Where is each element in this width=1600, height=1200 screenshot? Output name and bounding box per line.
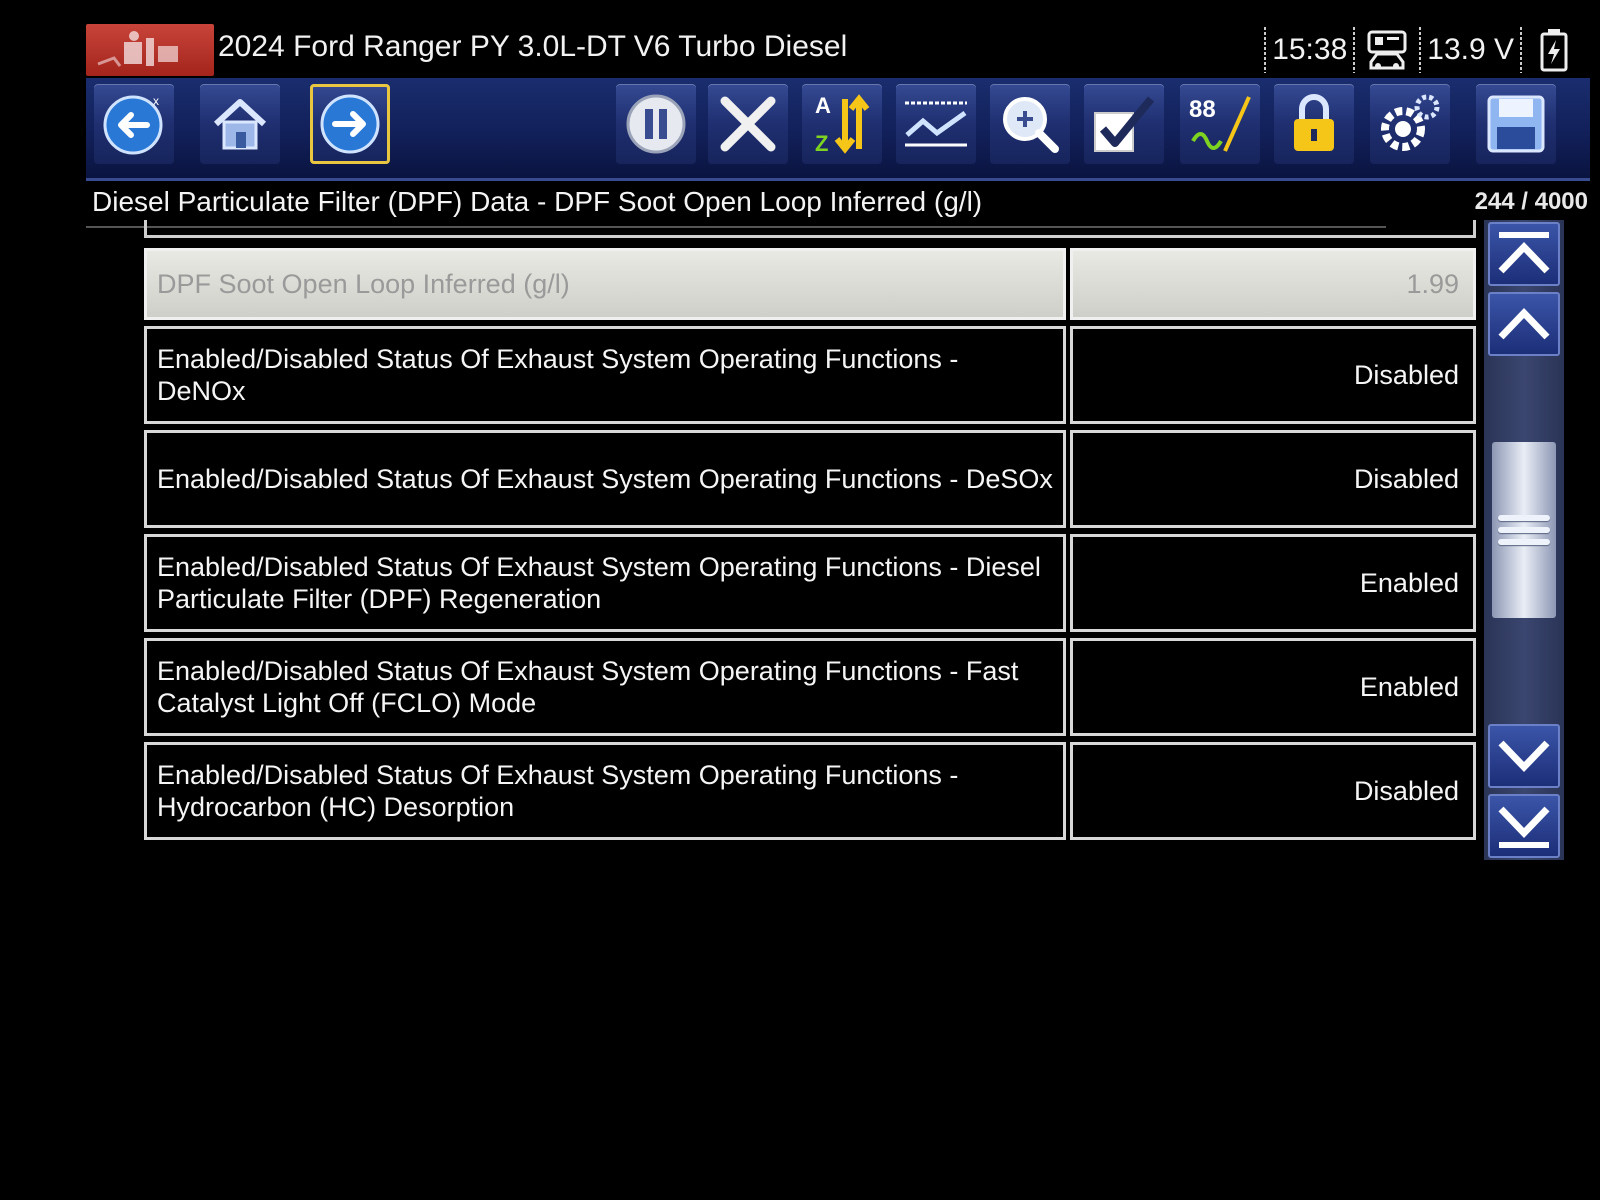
forward-button[interactable] bbox=[310, 84, 390, 164]
thumb-grip bbox=[1498, 515, 1550, 521]
pid-name: Enabled/Disabled Status Of Exhaust Syste… bbox=[144, 638, 1066, 736]
graph-button[interactable] bbox=[896, 84, 976, 164]
battery-charging-icon bbox=[1528, 27, 1580, 73]
back-button[interactable]: x bbox=[94, 84, 174, 164]
close-x-icon bbox=[720, 96, 776, 152]
pid-value: Enabled bbox=[1070, 638, 1476, 736]
battery-voltage: 13.9 V bbox=[1427, 33, 1514, 66]
double-chevron-up-icon bbox=[1498, 232, 1550, 274]
home-button[interactable] bbox=[200, 84, 280, 164]
pid-name: Enabled/Disabled Status Of Exhaust Syste… bbox=[144, 430, 1066, 528]
scroll-up-button[interactable] bbox=[1488, 292, 1560, 356]
status-separator bbox=[1353, 27, 1356, 73]
svg-text:88: 88 bbox=[1189, 96, 1216, 123]
title-bar: 2024 Ford Ranger PY 3.0L-DT V6 Turbo Die… bbox=[86, 20, 1590, 78]
chevron-up-icon bbox=[1498, 307, 1550, 340]
save-icon bbox=[1487, 95, 1545, 153]
pid-value: Disabled bbox=[1070, 430, 1476, 528]
settings-gear-icon bbox=[1381, 94, 1440, 151]
scroll-down-button[interactable] bbox=[1488, 724, 1560, 788]
svg-text:A: A bbox=[815, 93, 831, 118]
table-row[interactable]: Enabled/Disabled Status Of Exhaust Syste… bbox=[144, 534, 1476, 632]
thumb-grip bbox=[1498, 539, 1550, 545]
pid-name: DPF Soot Open Loop Inferred (g/l) bbox=[144, 248, 1066, 320]
clock-time: 15:38 bbox=[1272, 33, 1348, 66]
partial-row-above bbox=[144, 220, 1476, 238]
chevron-down-icon bbox=[1498, 740, 1550, 773]
lock-button[interactable] bbox=[1274, 84, 1354, 164]
status-separator bbox=[1264, 27, 1267, 73]
record-counter: 244 / 4000 bbox=[1474, 188, 1588, 215]
forward-arrow-icon bbox=[320, 94, 380, 154]
zoom-icon bbox=[1003, 97, 1059, 153]
graph-icon bbox=[905, 101, 967, 147]
pid-value: Disabled bbox=[1070, 326, 1476, 424]
back-arrow-icon: x bbox=[103, 94, 163, 155]
scan-tool-screen: 2024 Ford Ranger PY 3.0L-DT V6 Turbo Die… bbox=[86, 20, 1590, 880]
checkmark-icon bbox=[1094, 96, 1155, 152]
pid-value: 1.99 bbox=[1070, 248, 1476, 320]
pid-name: Enabled/Disabled Status Of Exhaust Syste… bbox=[144, 326, 1066, 424]
clear-button[interactable] bbox=[708, 84, 788, 164]
status-area: 15:38 13.9 V bbox=[1264, 24, 1580, 76]
toolbar: x A Z 88 bbox=[86, 78, 1590, 181]
units-88-icon: 88 bbox=[1189, 96, 1251, 152]
scroll-top-button[interactable] bbox=[1488, 222, 1560, 286]
table-row[interactable]: Enabled/Disabled Status Of Exhaust Syste… bbox=[144, 638, 1476, 736]
svg-text:x: x bbox=[153, 94, 159, 108]
scrollbar[interactable] bbox=[1484, 220, 1564, 860]
vehicle-logo-icon[interactable] bbox=[86, 24, 214, 76]
table-row[interactable]: Enabled/Disabled Status Of Exhaust Syste… bbox=[144, 742, 1476, 840]
page-title: Diesel Particulate Filter (DPF) Data - D… bbox=[92, 186, 983, 217]
units-button[interactable]: 88 bbox=[1180, 84, 1260, 164]
table-row[interactable]: Enabled/Disabled Status Of Exhaust Syste… bbox=[144, 326, 1476, 424]
double-chevron-down-icon bbox=[1498, 806, 1550, 848]
zoom-button[interactable] bbox=[990, 84, 1070, 164]
save-button[interactable] bbox=[1476, 84, 1556, 164]
pid-value: Enabled bbox=[1070, 534, 1476, 632]
sort-button[interactable]: A Z bbox=[802, 84, 882, 164]
pid-name: Enabled/Disabled Status Of Exhaust Syste… bbox=[144, 534, 1066, 632]
settings-button[interactable] bbox=[1370, 84, 1450, 164]
pid-name: Enabled/Disabled Status Of Exhaust Syste… bbox=[144, 742, 1066, 840]
svg-text:Z: Z bbox=[815, 131, 828, 156]
sort-az-icon: A Z bbox=[815, 93, 870, 156]
thumb-grip bbox=[1498, 527, 1550, 533]
data-list: DPF Soot Open Loop Inferred (g/l) 1.99 E… bbox=[144, 220, 1476, 860]
home-icon bbox=[213, 99, 267, 150]
status-separator bbox=[1520, 27, 1522, 73]
status-separator bbox=[1419, 27, 1422, 73]
table-row[interactable]: Enabled/Disabled Status Of Exhaust Syste… bbox=[144, 430, 1476, 528]
table-row[interactable]: DPF Soot Open Loop Inferred (g/l) 1.99 bbox=[144, 248, 1476, 320]
vehicle-title: 2024 Ford Ranger PY 3.0L-DT V6 Turbo Die… bbox=[218, 30, 848, 63]
pause-icon bbox=[626, 94, 686, 154]
lock-icon bbox=[1294, 94, 1334, 151]
scroll-thumb[interactable] bbox=[1492, 442, 1556, 618]
vehicle-connection-icon bbox=[1361, 27, 1413, 73]
scroll-bottom-button[interactable] bbox=[1488, 794, 1560, 858]
pause-button[interactable] bbox=[616, 84, 696, 164]
select-button[interactable] bbox=[1084, 84, 1164, 164]
pid-value: Disabled bbox=[1070, 742, 1476, 840]
